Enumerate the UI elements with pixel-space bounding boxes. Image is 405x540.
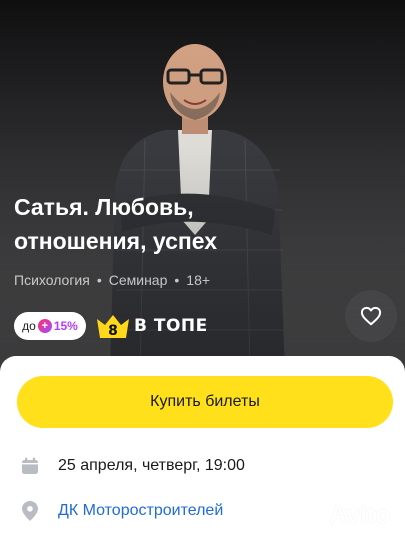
calendar-icon xyxy=(20,456,40,476)
event-type: Семинар xyxy=(108,272,168,288)
top-label: В ТОПЕ xyxy=(134,316,208,336)
meta-separator: • xyxy=(174,272,180,288)
venue-link[interactable]: ДК Моторостроителей xyxy=(58,502,223,520)
cashback-prefix: до xyxy=(22,319,36,333)
crown-icon: 8 xyxy=(97,315,129,339)
watermark: Avito xyxy=(296,498,391,532)
cashback-badge[interactable]: до + 15% xyxy=(14,312,86,340)
location-pin-icon xyxy=(20,501,40,521)
event-meta: Психология • Семинар • 18+ xyxy=(14,272,210,288)
top-number: 8 xyxy=(108,323,118,339)
favorite-button[interactable] xyxy=(345,290,397,342)
event-date: 25 апреля, четверг, 19:00 xyxy=(58,457,245,474)
heart-icon xyxy=(360,306,382,326)
event-date-row: 25 апреля, четверг, 19:00 xyxy=(20,456,245,476)
cashback-percent: 15% xyxy=(53,319,78,333)
top-badge[interactable]: 8 В ТОПЕ xyxy=(96,313,208,339)
age-rating: 18+ xyxy=(186,272,211,288)
buy-tickets-button[interactable]: Купить билеты xyxy=(17,376,393,428)
event-category: Психология xyxy=(14,272,90,288)
event-title: Сатья. Любовь, отношения, успех xyxy=(14,194,218,254)
avito-logo-icon xyxy=(297,503,325,528)
watermark-text: Avito xyxy=(329,500,391,529)
meta-separator: • xyxy=(96,272,102,288)
plus-icon: + xyxy=(37,319,52,333)
event-venue-row[interactable]: ДК Моторостроителей xyxy=(20,501,223,521)
